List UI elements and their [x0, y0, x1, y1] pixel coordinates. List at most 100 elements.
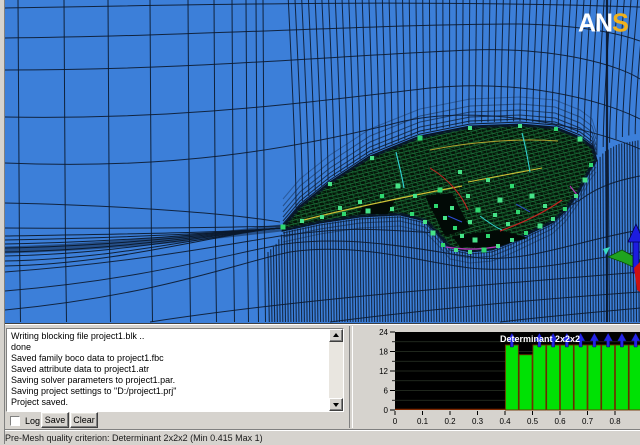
- vertex-node: [473, 238, 478, 243]
- histogram-bar: [602, 345, 615, 410]
- ansys-logo-text-white: AN: [578, 8, 612, 37]
- vertex-node: [450, 206, 454, 210]
- vertex-node: [434, 204, 438, 208]
- vertex-node: [366, 209, 371, 214]
- log-line: Saved attribute data to project1.atr: [11, 364, 329, 375]
- y-tick-label: 0: [384, 406, 389, 415]
- log-message-box: Writing blocking file project1.blk ..don…: [6, 328, 344, 412]
- histogram-bar: [574, 345, 587, 410]
- vertex-node: [510, 238, 514, 242]
- quality-histogram: Determinant 2x2x2 0 6 12 18 24 0 0.1 0.2 0.3 0.4 0.…: [350, 326, 640, 428]
- save-button[interactable]: Save: [41, 412, 69, 428]
- vertex-node: [443, 216, 447, 220]
- vertex-node: [516, 210, 520, 214]
- vertex-node: [493, 213, 497, 217]
- vertex-node: [583, 178, 588, 183]
- vertex-node: [380, 194, 384, 198]
- vertex-node: [358, 200, 362, 204]
- vertex-node: [396, 184, 401, 189]
- log-line: Project saved.: [11, 397, 329, 408]
- log-controls: Log Save Clear: [6, 412, 346, 429]
- log-scrollbar[interactable]: [329, 329, 343, 411]
- viewport-3d[interactable]: ANS: [0, 0, 640, 323]
- vertex-node: [543, 204, 547, 208]
- log-line: Saving project settings to "D:/project1.…: [11, 386, 329, 397]
- vertex-node: [496, 244, 500, 248]
- histogram-bar: [533, 345, 546, 410]
- vertex-node: [518, 124, 522, 128]
- log-line: Writing blocking file project1.blk ..: [11, 331, 329, 342]
- clear-button[interactable]: Clear: [70, 412, 98, 428]
- histogram-title: Determinant 2x2x2: [500, 334, 580, 344]
- vertex-node: [410, 212, 414, 216]
- vertex-node: [468, 126, 472, 130]
- vertex-node: [338, 206, 342, 210]
- vertex-node: [498, 198, 503, 203]
- vertex-node: [506, 222, 510, 226]
- vertex-node: [486, 178, 490, 182]
- vertex-node: [476, 208, 481, 213]
- log-checkbox[interactable]: [10, 416, 20, 426]
- vertex-node: [551, 217, 555, 221]
- vertex-node: [441, 243, 445, 247]
- vertex-node: [530, 194, 535, 199]
- histogram-bar: [560, 345, 573, 410]
- vertex-node: [538, 224, 543, 229]
- icem-cfd-window: { "logo": { "part_white": "AN", "part_go…: [0, 0, 640, 444]
- histogram-bar: [519, 355, 532, 410]
- vertex-node: [578, 137, 583, 142]
- x-tick-label: 0.5: [527, 417, 539, 426]
- scroll-up-icon[interactable]: [329, 329, 343, 342]
- vertex-node: [563, 207, 567, 211]
- histogram-bar: [588, 345, 601, 410]
- vertex-node: [453, 226, 457, 230]
- vertex-node: [281, 225, 286, 230]
- vertex-node: [431, 231, 436, 236]
- histogram-bars: [505, 345, 640, 410]
- y-tick-label: 6: [384, 387, 389, 396]
- window-left-border: [0, 0, 5, 444]
- x-tick-label: 0.3: [472, 417, 484, 426]
- vertex-node: [418, 136, 423, 141]
- vertex-node: [458, 170, 462, 174]
- vertex-node: [468, 250, 472, 254]
- histogram-bar: [615, 345, 628, 410]
- vertex-node: [468, 220, 472, 224]
- vertex-node: [390, 207, 394, 211]
- log-message-list[interactable]: Writing blocking file project1.blk ..don…: [7, 329, 329, 411]
- ansys-logo-text-gold: S: [612, 8, 628, 37]
- x-tick-label: 0.4: [499, 417, 511, 426]
- vertex-node: [328, 182, 332, 186]
- vertex-node: [342, 212, 346, 216]
- x-tick-label: 0.2: [444, 417, 456, 426]
- y-tick-label: 18: [379, 348, 388, 357]
- vertex-node: [413, 194, 417, 198]
- log-line: Saved family boco data to project1.fbc: [11, 353, 329, 364]
- vertex-node: [589, 163, 593, 167]
- mesh-canvas: [5, 0, 640, 323]
- vertex-node: [460, 234, 464, 238]
- histogram-bar: [547, 345, 560, 410]
- histogram-bar: [629, 345, 640, 410]
- y-tick-label: 24: [379, 328, 388, 337]
- log-line: done: [11, 342, 329, 353]
- y-tick-label: 12: [379, 367, 388, 376]
- vertex-node: [482, 248, 487, 253]
- vertex-node: [300, 219, 304, 223]
- vertex-node: [574, 194, 578, 198]
- ansys-logo: ANS: [578, 11, 628, 37]
- log-line: Saving solver parameters to project1.par…: [11, 375, 329, 386]
- x-tick-label: 0.6: [554, 417, 566, 426]
- x-tick-label: 0.1: [417, 417, 429, 426]
- vertex-node: [524, 231, 528, 235]
- log-checkbox-label: Log: [25, 416, 40, 426]
- message-panel: Writing blocking file project1.blk ..don…: [0, 323, 640, 444]
- vertex-node: [486, 234, 490, 238]
- scroll-down-icon[interactable]: [329, 398, 343, 411]
- status-text: Pre-Mesh quality criterion: Determinant …: [5, 433, 263, 443]
- vertex-node: [438, 188, 443, 193]
- status-bar: Pre-Mesh quality criterion: Determinant …: [0, 429, 640, 445]
- x-tick-label: 0: [393, 417, 398, 426]
- x-tick-label: 0.7: [582, 417, 594, 426]
- vertex-node: [423, 220, 427, 224]
